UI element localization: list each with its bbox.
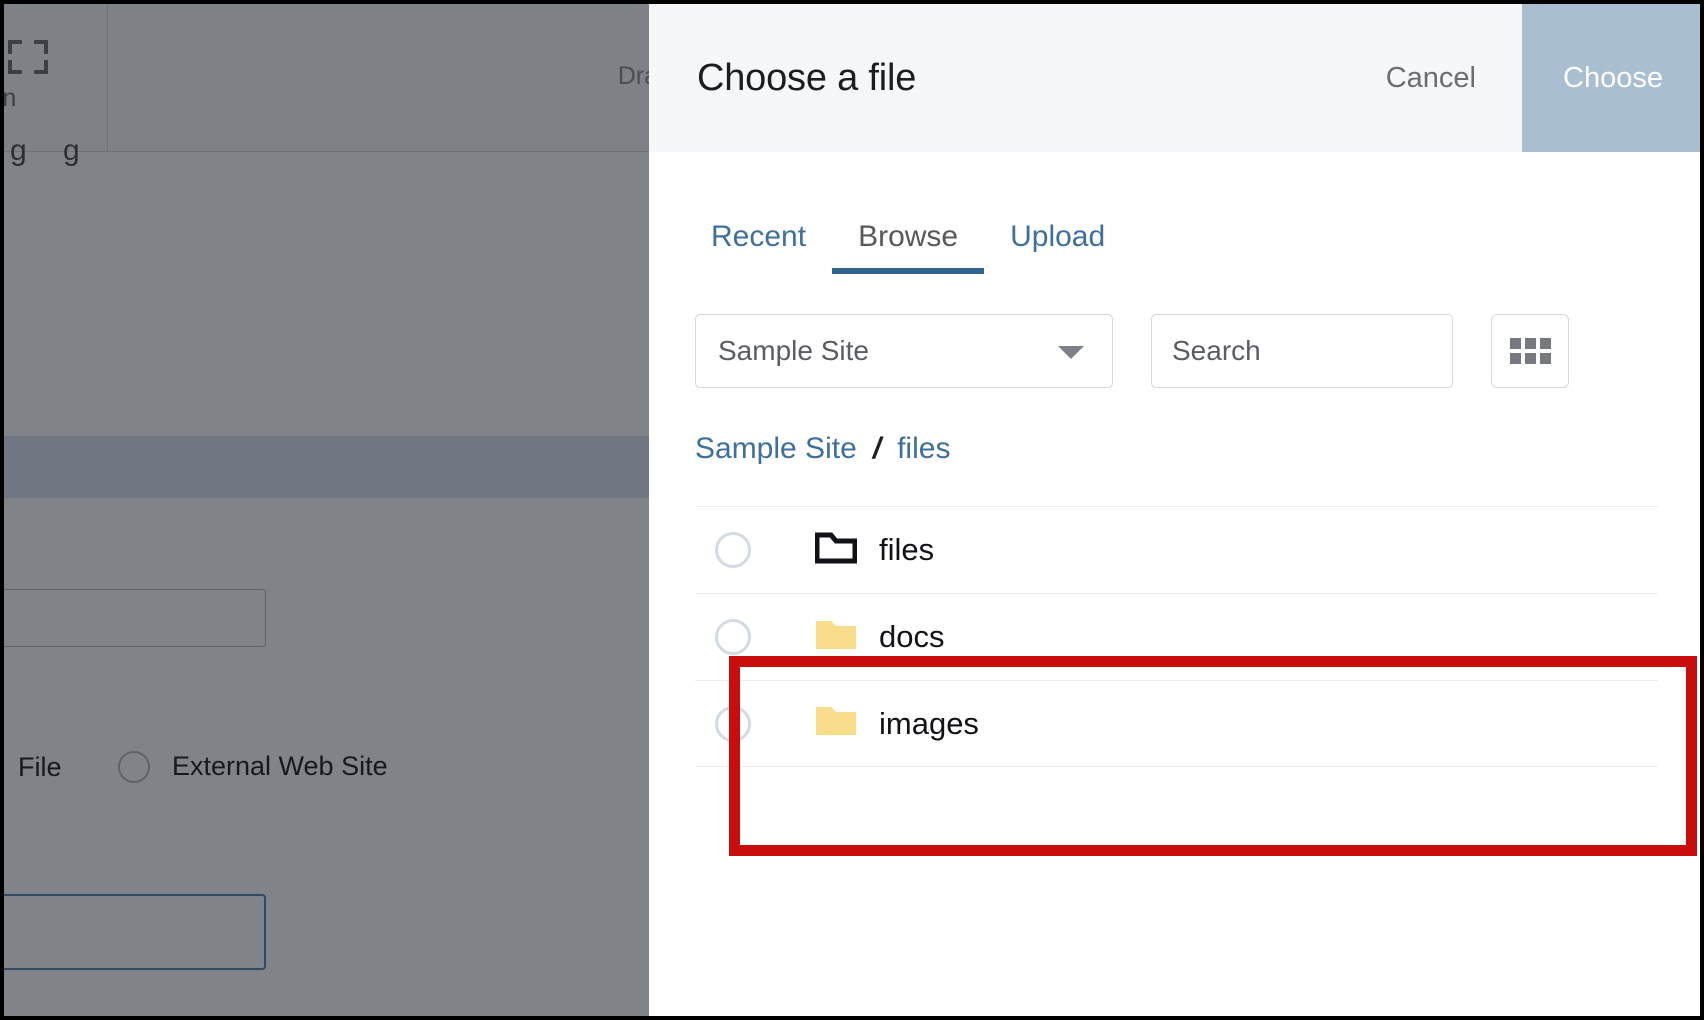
external-web-site-label: External Web Site (172, 751, 388, 781)
tab-browse[interactable]: Browse (832, 220, 985, 274)
site-select-value: Sample Site (718, 335, 869, 366)
background-text-input-top[interactable] (4, 589, 266, 647)
row-select-radio[interactable] (715, 532, 751, 568)
choose-button[interactable]: Choose (1522, 4, 1700, 152)
list-item[interactable]: docs (695, 593, 1658, 680)
screenshot-root: lscreen Dra g g File External Web Site C… (0, 0, 1704, 1020)
row-select-radio[interactable] (715, 705, 751, 742)
background-clipped-text: g g (10, 134, 94, 167)
dialog-tabs: Recent Browse Upload (695, 202, 1658, 274)
fullscreen-button[interactable]: lscreen (2, 4, 108, 152)
chevron-down-icon (1058, 346, 1084, 359)
file-list: files docs images (695, 506, 1658, 767)
folder-icon (815, 618, 857, 657)
choose-a-file-dialog: Choose a file Cancel Choose Recent Brows… (649, 4, 1700, 1016)
site-select[interactable]: Sample Site (695, 314, 1113, 388)
fullscreen-icon (8, 40, 48, 74)
file-option-label: File (18, 752, 62, 782)
filter-row: Sample Site (695, 314, 1658, 388)
fullscreen-label: lscreen (2, 84, 17, 112)
background-text-input-bottom[interactable] (4, 894, 266, 970)
grid-view-icon (1509, 338, 1551, 364)
row-select-radio[interactable] (715, 619, 751, 655)
dialog-title: Choose a file (697, 56, 917, 99)
dialog-body: Recent Browse Upload Sample Site Sample … (649, 202, 1700, 767)
breadcrumb-item-site[interactable]: Sample Site (695, 432, 857, 466)
tab-upload[interactable]: Upload (984, 220, 1131, 274)
folder-open-icon (814, 531, 858, 570)
list-item-label: docs (879, 619, 945, 654)
tab-recent[interactable]: Recent (695, 220, 832, 274)
dialog-header-actions: Cancel Choose (1340, 4, 1700, 152)
list-item[interactable]: files (695, 506, 1658, 593)
folder-icon (815, 704, 857, 743)
breadcrumb-item-files[interactable]: files (897, 432, 950, 466)
breadcrumb-separator: / (872, 432, 882, 465)
list-item-label: images (879, 705, 979, 741)
breadcrumb: Sample Site / files (695, 432, 1658, 466)
cancel-button[interactable]: Cancel (1340, 4, 1522, 152)
external-web-site-radio[interactable] (118, 751, 150, 783)
dialog-header: Choose a file Cancel Choose (649, 4, 1700, 152)
grid-view-toggle-button[interactable] (1491, 314, 1569, 388)
list-item[interactable]: images (695, 680, 1658, 767)
list-item-label: files (879, 532, 935, 567)
search-input[interactable] (1151, 314, 1453, 388)
